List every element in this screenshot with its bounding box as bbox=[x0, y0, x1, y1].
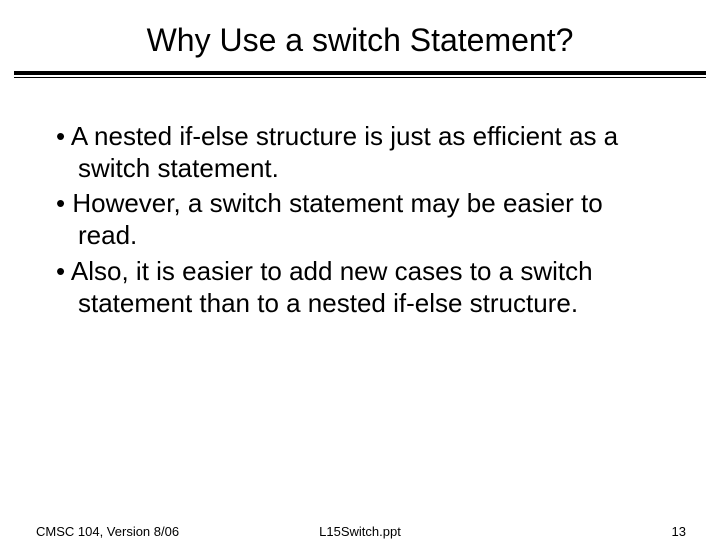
footer-right: 13 bbox=[672, 524, 686, 539]
slide-body: A nested if-else structure is just as ef… bbox=[56, 121, 664, 319]
list-item: However, a switch statement may be easie… bbox=[56, 188, 664, 251]
footer-center: L15Switch.ppt bbox=[0, 524, 720, 539]
list-item: Also, it is easier to add new cases to a… bbox=[56, 256, 664, 319]
slide-title: Why Use a switch Statement? bbox=[40, 22, 680, 59]
slide-footer: CMSC 104, Version 8/06 L15Switch.ppt 13 bbox=[0, 524, 720, 540]
title-divider-icon bbox=[14, 71, 706, 75]
slide: Why Use a switch Statement? A nested if-… bbox=[0, 22, 720, 540]
bullet-list: A nested if-else structure is just as ef… bbox=[56, 121, 664, 319]
list-item: A nested if-else structure is just as ef… bbox=[56, 121, 664, 184]
